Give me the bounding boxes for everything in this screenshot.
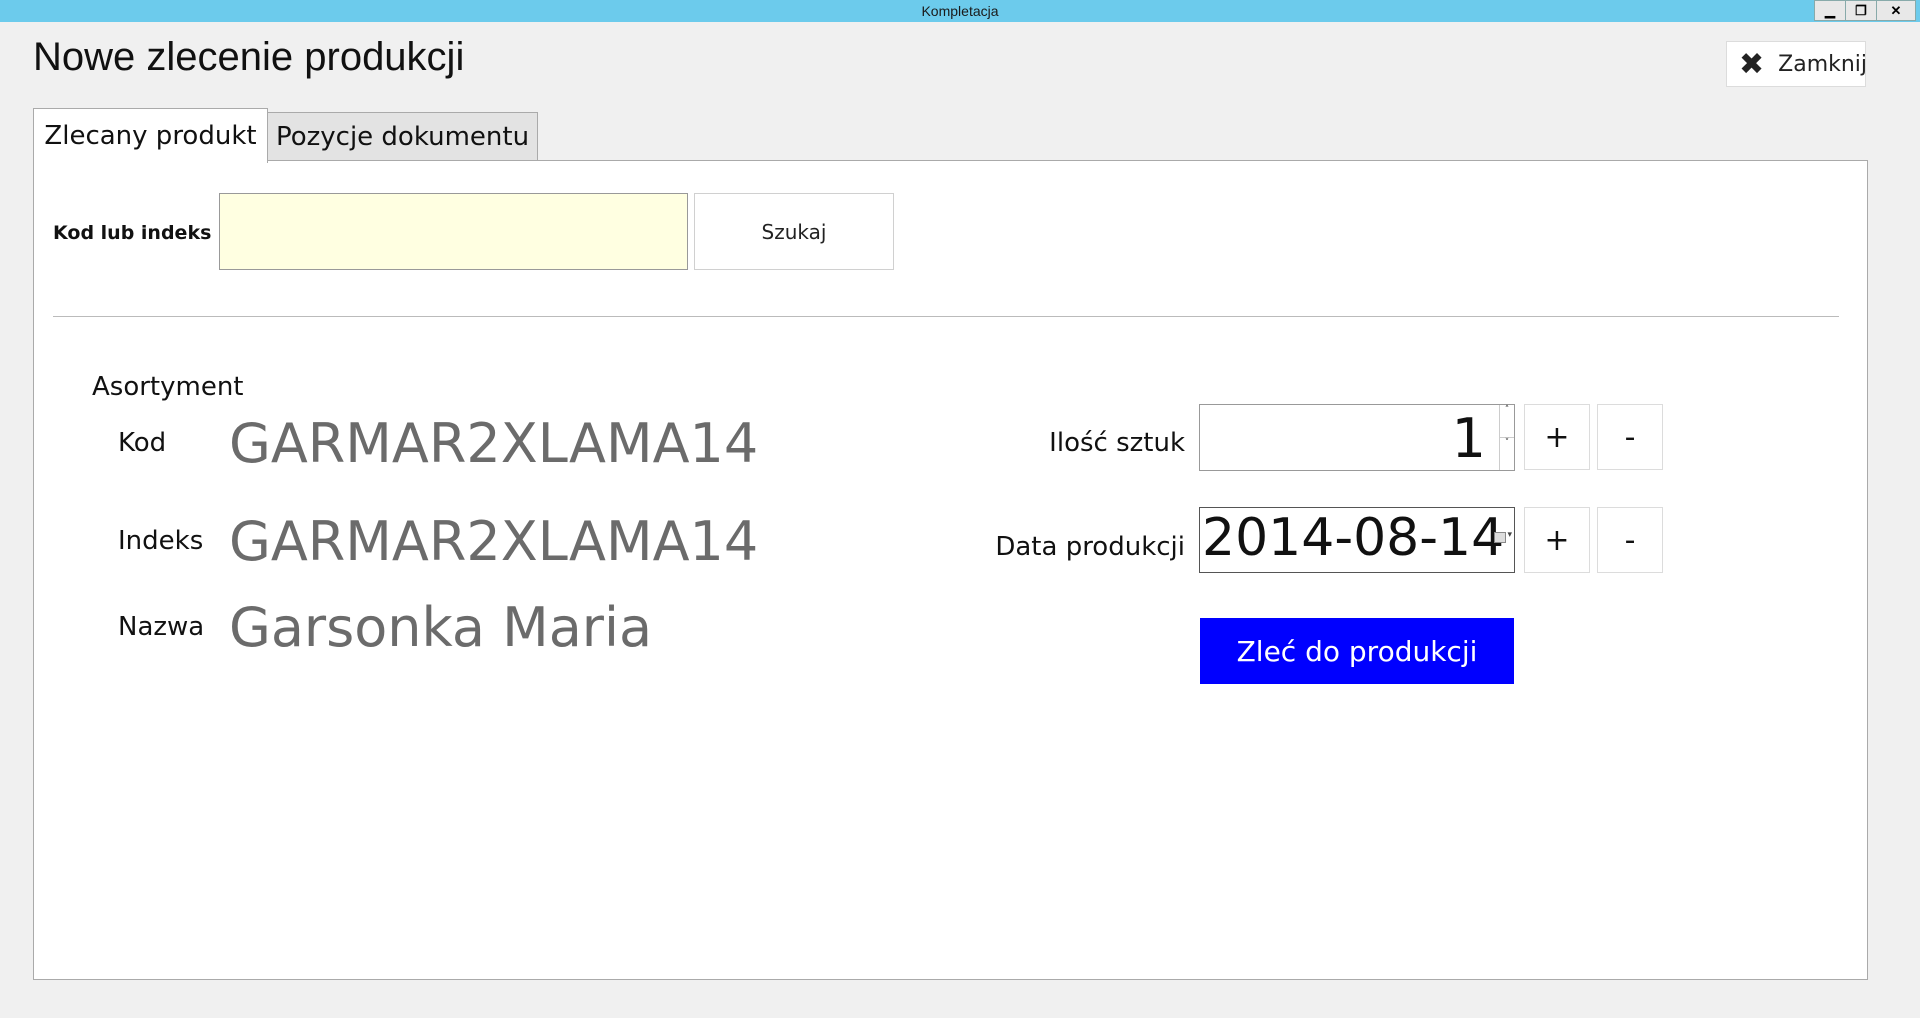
name-value: Garsonka Maria [229,596,653,659]
quantity-down-icon[interactable]: ˅ [1499,438,1514,470]
code-value: GARMAR2XLAMA14 [229,412,759,475]
date-picker[interactable]: 2014-08-14 ▾ [1199,507,1515,573]
date-label: Data produkcji [995,532,1185,562]
index-value: GARMAR2XLAMA14 [229,510,759,573]
quantity-plus-button[interactable]: + [1524,404,1590,470]
restore-button[interactable]: ❐ [1845,0,1877,21]
submit-order-button[interactable]: Zleć do produkcji [1200,618,1514,684]
date-plus-button[interactable]: + [1524,507,1590,573]
minimize-button[interactable]: ▁ [1814,0,1846,21]
index-label: Indeks [118,526,204,556]
window-close-button[interactable]: ✕ [1876,0,1916,21]
quantity-up-icon[interactable]: ˄ [1499,405,1514,438]
tab-zlecany-produkt[interactable]: Zlecany produkt [33,108,268,163]
calendar-icon[interactable] [1494,532,1506,543]
quantity-stepper[interactable]: 1 ˄ ˅ [1199,404,1515,471]
quantity-value: 1 [1451,407,1486,470]
search-button[interactable]: Szukaj [694,193,894,270]
date-minus-button[interactable]: - [1597,507,1663,573]
window-title: Kompletacja [921,3,999,19]
name-label: Nazwa [118,612,205,642]
window-titlebar: Kompletacja ▁ ❐ ✕ [0,0,1920,22]
date-value: 2014-08-14 [1202,508,1505,568]
chevron-down-icon[interactable]: ▾ [1507,530,1512,540]
divider [53,316,1839,317]
page-title: Nowe zlecenie produkcji [33,35,465,79]
search-input[interactable] [219,193,688,270]
assortment-section-label: Asortyment [92,372,244,402]
close-button[interactable]: ✖ Zamknij [1726,41,1868,87]
close-icon: ✖ [1739,46,1765,82]
quantity-label: Ilość sztuk [1049,428,1185,458]
search-label: Kod lub indeks [53,222,212,244]
tab-pozycje-dokumentu[interactable]: Pozycje dokumentu [267,112,538,160]
code-label: Kod [118,428,167,458]
close-button-label: Zamknij [1778,51,1868,77]
quantity-minus-button[interactable]: - [1597,404,1663,470]
